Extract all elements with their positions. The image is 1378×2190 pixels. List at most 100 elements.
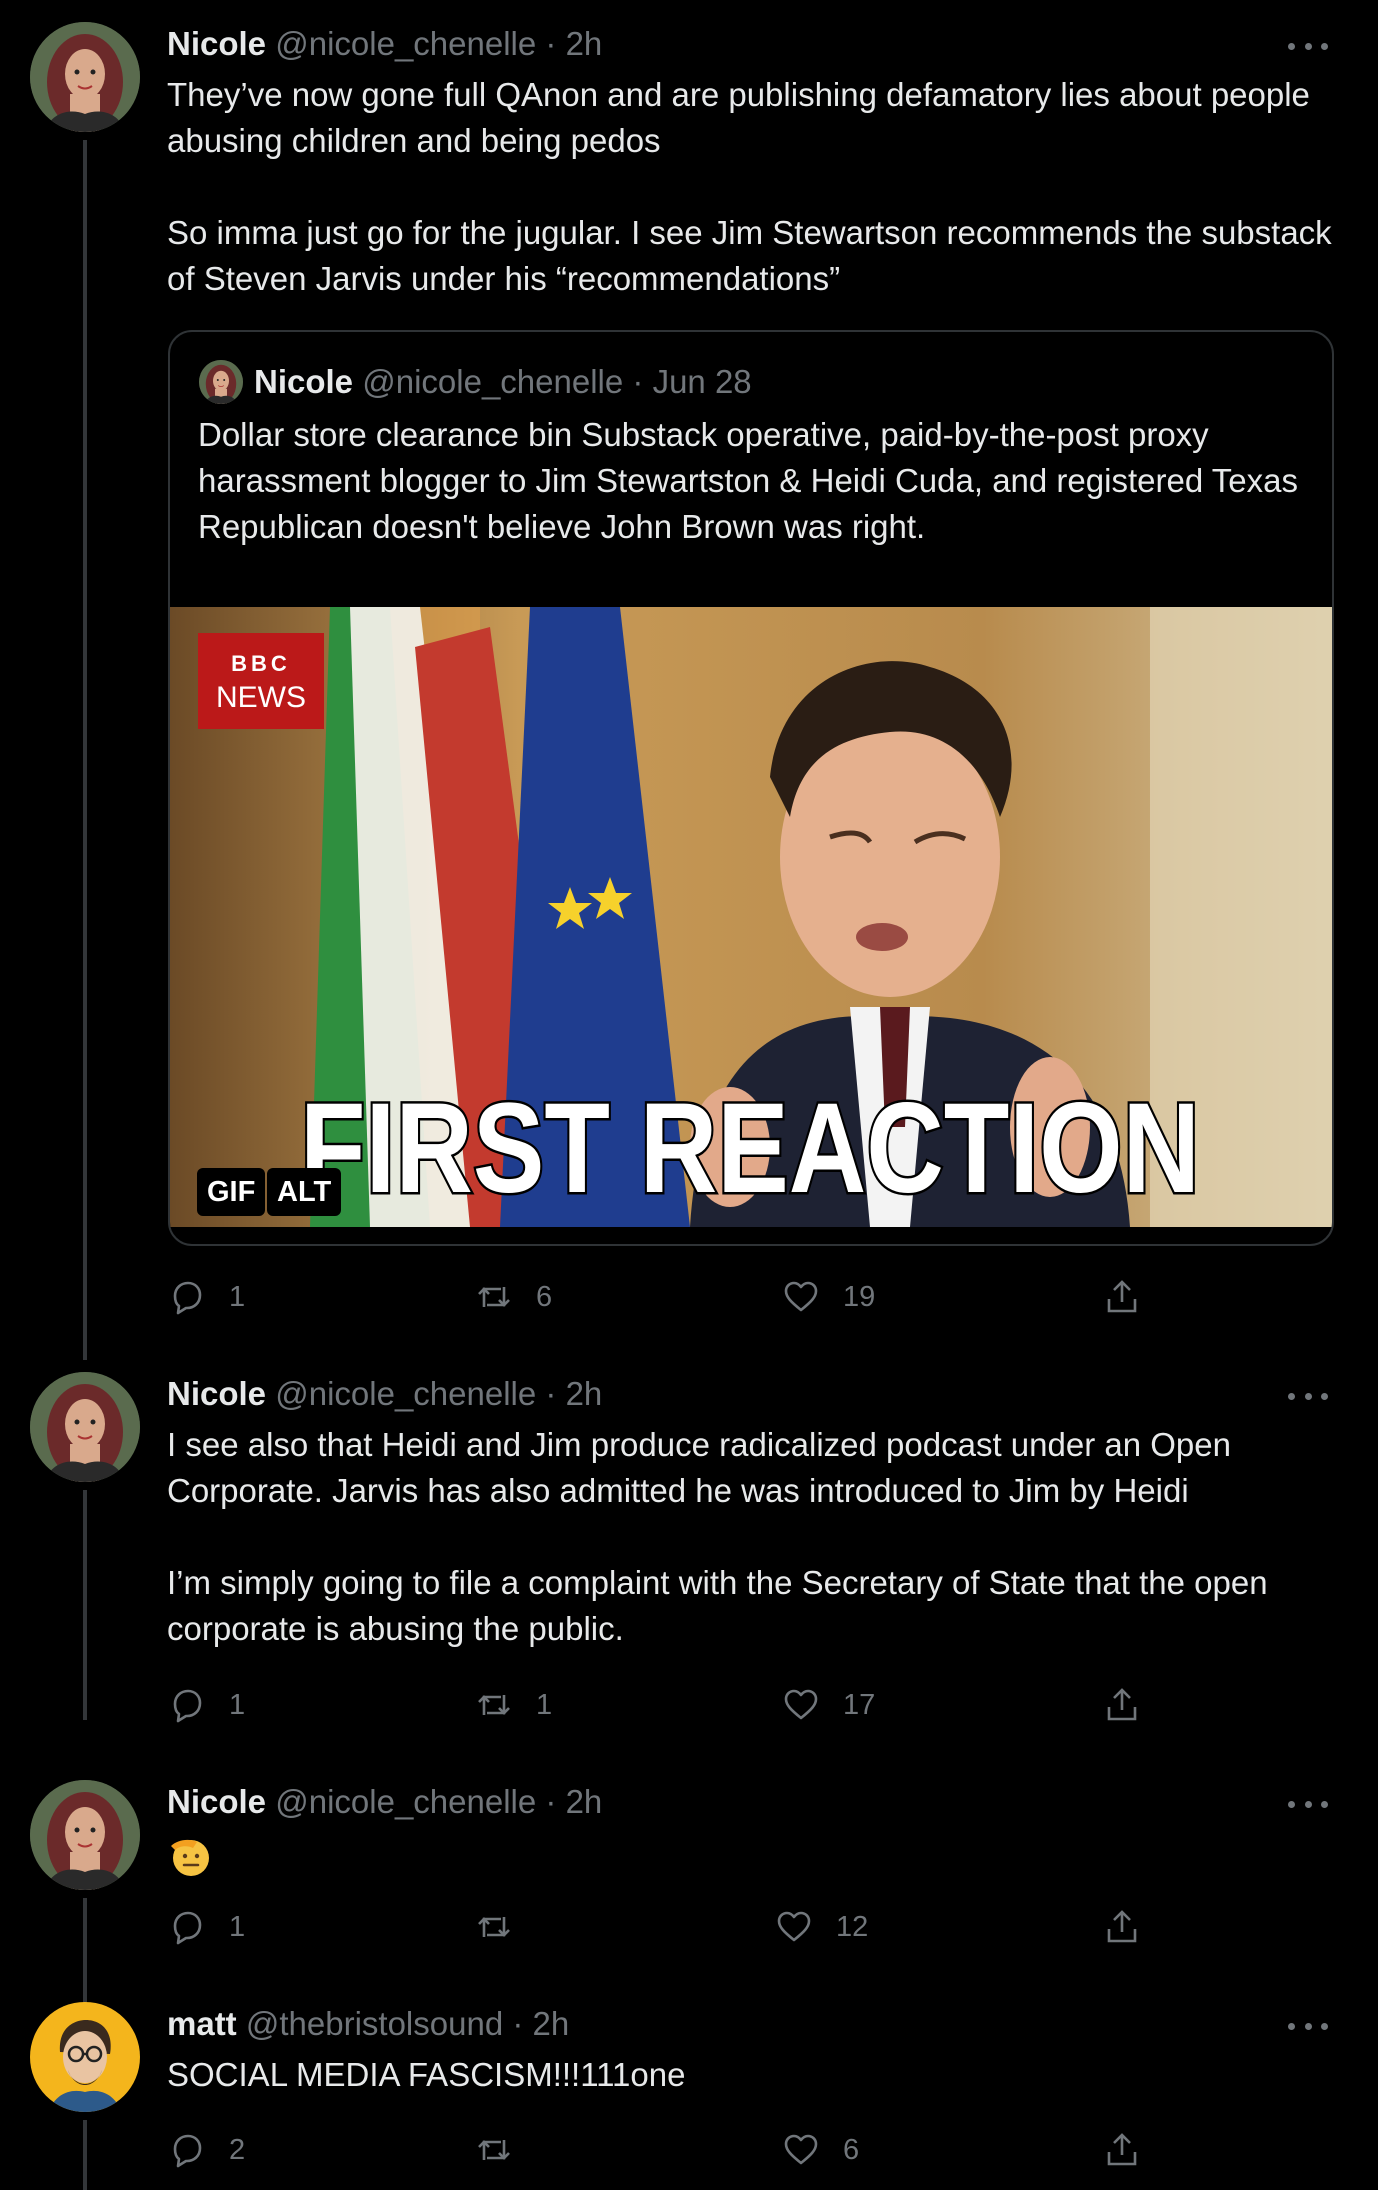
quote-avatar	[199, 360, 243, 404]
author-name[interactable]: matt	[167, 2005, 237, 2042]
share-icon	[1107, 1280, 1137, 1313]
like-icon	[777, 1911, 811, 1942]
tweet-header: Nicole @nicole_chenelle · 2h	[167, 1374, 602, 1414]
tweet-text: They’ve now gone full QAnon and are publ…	[167, 76, 1332, 297]
share-button[interactable]	[1102, 1680, 1142, 1730]
thread-line	[83, 2120, 87, 2190]
avatar[interactable]	[30, 2002, 140, 2112]
like-button[interactable]: 12	[774, 1902, 868, 1952]
like-count: 12	[836, 1910, 869, 1943]
timestamp[interactable]: 2h	[566, 1375, 603, 1412]
reply-button[interactable]: 1	[167, 1902, 245, 1952]
reply-button[interactable]: 2	[167, 2125, 245, 2175]
separator: ·	[545, 25, 557, 62]
reply-count: 1	[229, 1688, 246, 1721]
bbc-logo-bottom: NEWS	[216, 681, 306, 714]
saluting-face-emoji	[171, 1839, 209, 1876]
action-bar: 1 12	[167, 1902, 1167, 1952]
like-button[interactable]: 19	[781, 1272, 875, 1322]
retweet-icon	[477, 1693, 511, 1717]
quote-header: Nicole @nicole_chenelle · Jun 28	[254, 360, 752, 404]
reply-icon	[173, 1689, 202, 1723]
retweet-icon	[477, 1915, 511, 1939]
bbc-logo-top: BBC	[231, 651, 291, 676]
like-button[interactable]: 17	[781, 1680, 875, 1730]
like-count: 17	[843, 1688, 876, 1721]
share-icon	[1107, 1688, 1137, 1721]
reply-icon	[173, 2134, 202, 2168]
retweet-button[interactable]	[474, 2125, 514, 2175]
tweet-header: matt @thebristolsound · 2h	[167, 2004, 569, 2044]
alt-badge[interactable]: ALT	[267, 1168, 342, 1216]
separator: ·	[632, 363, 644, 400]
tweet-header: Nicole @nicole_chenelle · 2h	[167, 1782, 602, 1822]
tweet-4[interactable]: matt @thebristolsound · 2h SOCIAL MEDIA …	[0, 1980, 1378, 2190]
more-options-icon[interactable]	[1288, 2016, 1328, 2036]
gif-frame: BBC NEWS FIRST REACTION	[170, 607, 1332, 1227]
reply-count: 1	[229, 1280, 246, 1313]
share-button[interactable]	[1102, 2125, 1142, 2175]
separator: ·	[512, 2005, 524, 2042]
retweet-button[interactable]: 6	[474, 1272, 552, 1322]
avatar-image	[30, 22, 140, 132]
thread-line	[83, 1490, 87, 1720]
retweet-button[interactable]	[474, 1902, 514, 1952]
author-name[interactable]: Nicole	[167, 1375, 266, 1412]
retweet-count: 1	[536, 1688, 553, 1721]
reply-icon	[173, 1281, 202, 1315]
action-bar: 1 6 19	[167, 1272, 1167, 1322]
share-icon	[1107, 1910, 1137, 1943]
quote-author-name: Nicole	[254, 363, 354, 400]
more-options-icon[interactable]	[1288, 1386, 1328, 1406]
reply-button[interactable]: 1	[167, 1680, 245, 1730]
tweet-text: SOCIAL MEDIA FASCISM!!!111one	[167, 2056, 686, 2093]
gif-caption: FIRST REACTION	[300, 1077, 1200, 1220]
reply-count: 2	[229, 2133, 246, 2166]
timestamp[interactable]: 2h	[566, 25, 603, 62]
quote-timestamp: Jun 28	[652, 363, 752, 400]
timestamp[interactable]: 2h	[533, 2005, 570, 2042]
thread-line	[83, 140, 87, 1360]
share-button[interactable]	[1102, 1272, 1142, 1322]
separator: ·	[545, 1783, 557, 1820]
retweet-icon	[477, 1285, 511, 1309]
reply-count: 1	[229, 1910, 246, 1943]
tweet-text: I see also that Heidi and Jim produce ra…	[167, 1426, 1268, 1647]
separator: ·	[545, 1375, 557, 1412]
like-icon	[784, 2134, 818, 2165]
more-options-icon[interactable]	[1288, 36, 1328, 56]
retweet-button[interactable]: 1	[474, 1680, 552, 1730]
avatar-image	[30, 2002, 140, 2112]
author-name[interactable]: Nicole	[167, 1783, 266, 1820]
retweet-count: 6	[536, 1280, 553, 1313]
reply-icon	[173, 1911, 202, 1945]
author-handle[interactable]: @nicole_chenelle	[275, 25, 536, 62]
author-handle[interactable]: @nicole_chenelle	[275, 1375, 536, 1412]
reply-button[interactable]: 1	[167, 1272, 245, 1322]
more-options-icon[interactable]	[1288, 1794, 1328, 1814]
timestamp[interactable]: 2h	[566, 1783, 603, 1820]
tweet-header: Nicole @nicole_chenelle · 2h	[167, 24, 602, 64]
avatar[interactable]	[30, 22, 140, 132]
like-count: 6	[843, 2133, 860, 2166]
gif-media[interactable]: BBC NEWS FIRST REACTION	[170, 607, 1332, 1227]
quote-text: Dollar store clearance bin Substack oper…	[198, 416, 1298, 545]
quote-tweet-card[interactable]: Nicole @nicole_chenelle · Jun 28 Dollar …	[168, 330, 1334, 1246]
share-icon	[1107, 2133, 1137, 2166]
avatar[interactable]	[30, 1372, 140, 1482]
action-bar: 1 1 17	[167, 1680, 1167, 1730]
like-icon	[784, 1281, 818, 1312]
avatar[interactable]	[30, 1780, 140, 1890]
author-handle[interactable]: @thebristolsound	[246, 2005, 503, 2042]
author-name[interactable]: Nicole	[167, 25, 266, 62]
retweet-icon	[477, 2138, 511, 2162]
tweet-2[interactable]: Nicole @nicole_chenelle · 2h I see also …	[0, 1350, 1378, 1760]
like-button[interactable]: 6	[781, 2125, 859, 2175]
author-handle[interactable]: @nicole_chenelle	[275, 1783, 536, 1820]
like-icon	[784, 1689, 818, 1720]
avatar-image	[30, 1780, 140, 1890]
gif-badge: GIF	[197, 1168, 266, 1216]
share-button[interactable]	[1102, 1902, 1142, 1952]
avatar-image	[30, 1372, 140, 1482]
tweet-1[interactable]: Nicole @nicole_chenelle · 2h They’ve now…	[0, 0, 1378, 1360]
